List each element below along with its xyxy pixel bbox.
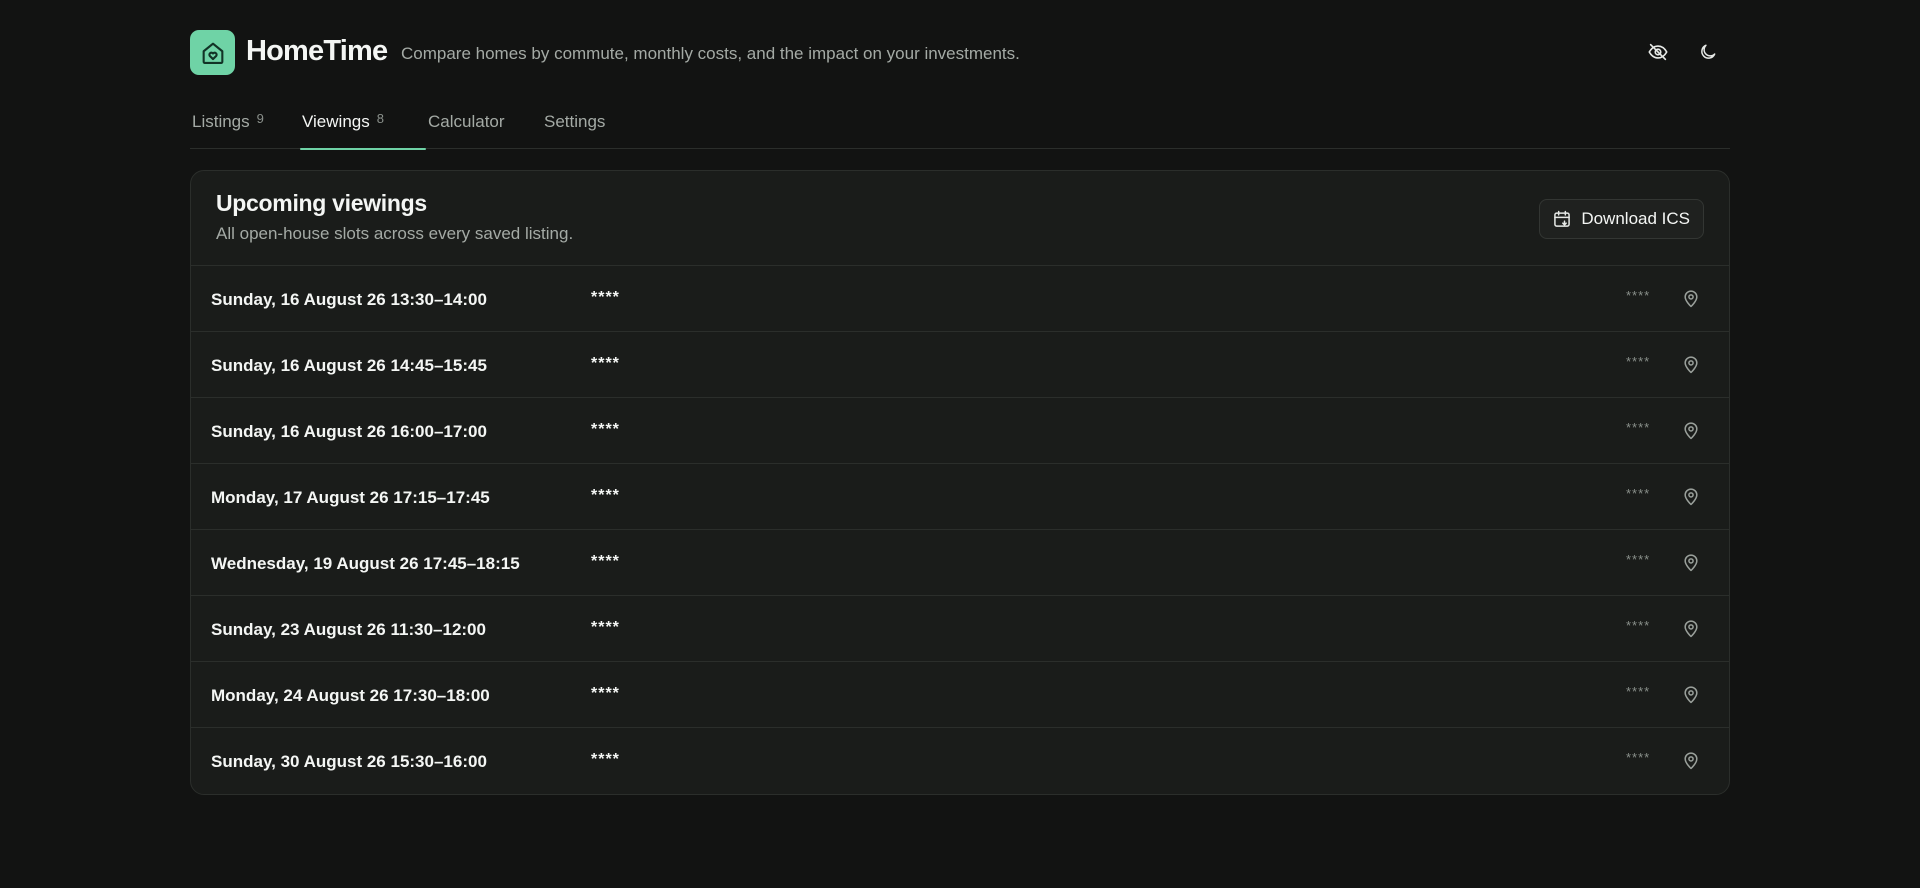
tab-label: Calculator [428,112,505,131]
viewing-meta: **** [1626,750,1651,765]
moon-icon [1701,44,1716,59]
viewing-date: Sunday, 16 August 26 13:30–14:00 [211,290,487,309]
viewing-row[interactable]: Sunday, 30 August 26 15:30–16:00 **** **… [191,728,1729,794]
map-pin-icon[interactable] [1680,618,1702,640]
tab-label: Listings [192,112,250,131]
viewing-address: **** [591,421,620,438]
viewing-meta: **** [1626,684,1651,699]
viewing-row[interactable]: Sunday, 16 August 26 13:30–14:00 **** **… [191,266,1729,332]
viewing-meta: **** [1626,288,1651,303]
download-ics-label: Download ICS [1581,209,1690,228]
tab-viewings[interactable]: Viewings 8 [300,106,426,150]
viewing-date: Monday, 24 August 26 17:30–18:00 [211,686,490,705]
map-pin-icon[interactable] [1680,420,1702,442]
tab-label: Viewings [302,112,370,131]
viewing-address: **** [591,289,620,306]
tab-settings[interactable]: Settings [542,106,632,149]
viewing-meta: **** [1626,552,1651,567]
viewings-card: Upcoming viewings All open-house slots a… [190,170,1730,795]
viewing-date: Sunday, 16 August 26 16:00–17:00 [211,422,487,441]
viewing-meta: **** [1626,618,1651,633]
app-container: HomeTime Compare homes by commute, month… [190,0,1730,795]
theme-toggle-button[interactable] [1692,36,1724,68]
viewing-meta: **** [1626,420,1651,435]
eye-off-icon [1648,43,1668,61]
map-pin-icon[interactable] [1680,486,1702,508]
card-title: Upcoming viewings [216,190,427,216]
viewing-date: Monday, 17 August 26 17:15–17:45 [211,488,490,507]
viewing-address: **** [591,553,620,570]
viewing-date: Wednesday, 19 August 26 17:45–18:15 [211,554,520,573]
card-subtitle: All open-house slots across every saved … [216,224,574,243]
viewing-date: Sunday, 30 August 26 15:30–16:00 [211,752,487,771]
map-pin-icon[interactable] [1680,684,1702,706]
viewings-list: Sunday, 16 August 26 13:30–14:00 **** **… [191,266,1729,794]
tab-count: 9 [256,111,264,126]
viewing-row[interactable]: Wednesday, 19 August 26 17:45–18:15 ****… [191,530,1729,596]
main-tabs: Listings 9 Viewings 8 Calculator Setting… [190,106,1730,150]
viewing-row[interactable]: Monday, 24 August 26 17:30–18:00 **** **… [191,662,1729,728]
tab-count: 8 [376,111,384,126]
calendar-download-icon [1554,210,1571,227]
viewing-row[interactable]: Sunday, 16 August 26 14:45–15:45 **** **… [191,332,1729,398]
map-pin-icon[interactable] [1680,552,1702,574]
viewing-address: **** [591,355,620,372]
viewing-row[interactable]: Monday, 17 August 26 17:15–17:45 **** **… [191,464,1729,530]
viewing-meta: **** [1626,354,1651,369]
viewing-meta: **** [1626,486,1651,501]
app-tagline: Compare homes by commute, monthly costs,… [401,44,1020,63]
viewing-address: **** [591,487,620,504]
map-pin-icon[interactable] [1680,750,1702,772]
tab-label: Settings [544,112,606,131]
viewing-row[interactable]: Sunday, 16 August 26 16:00–17:00 **** **… [191,398,1729,464]
viewing-address: **** [591,685,620,702]
tab-calculator[interactable]: Calculator [426,106,542,149]
map-pin-icon[interactable] [1680,354,1702,376]
app-header: HomeTime Compare homes by commute, month… [190,0,1730,106]
viewing-address: **** [591,619,620,636]
download-ics-button[interactable]: Download ICS [1539,199,1704,239]
viewing-date: Sunday, 16 August 26 14:45–15:45 [211,356,487,375]
map-pin-icon[interactable] [1680,288,1702,310]
tab-listings[interactable]: Listings 9 [190,106,300,149]
viewing-date: Sunday, 23 August 26 11:30–12:00 [211,620,486,639]
app-brand: HomeTime [246,35,388,67]
hide-values-button[interactable] [1642,36,1674,68]
viewing-address: **** [591,751,620,768]
home-logo-icon [190,30,235,75]
card-header: Upcoming viewings All open-house slots a… [191,171,1729,266]
viewing-row[interactable]: Sunday, 23 August 26 11:30–12:00 **** **… [191,596,1729,662]
